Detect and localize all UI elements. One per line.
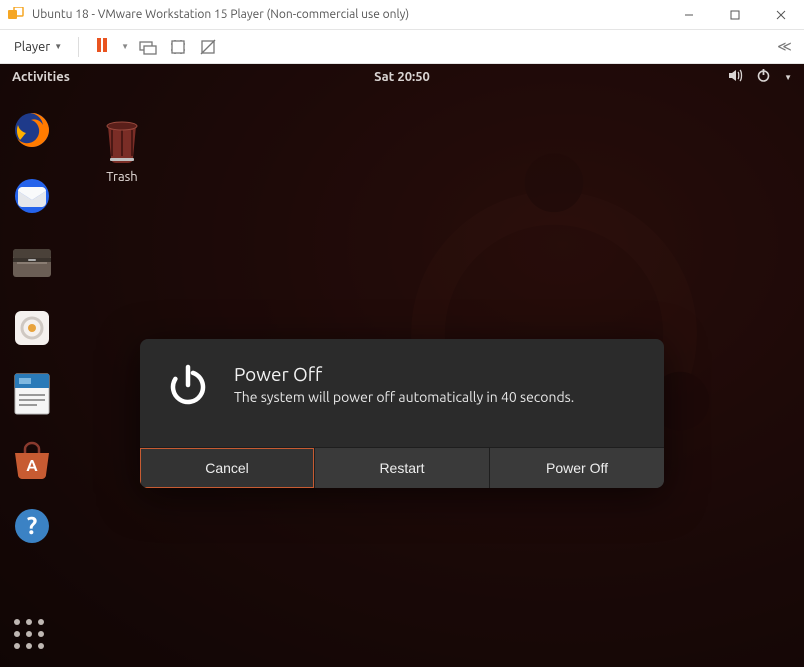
maximize-button[interactable] bbox=[712, 0, 758, 29]
minimize-button[interactable] bbox=[666, 0, 712, 29]
dock: A ? bbox=[0, 90, 64, 667]
host-window-titlebar: Ubuntu 18 - VMware Workstation 15 Player… bbox=[0, 0, 804, 30]
system-status-area[interactable]: ▼ bbox=[728, 69, 792, 85]
dialog-title: Power Off bbox=[234, 363, 574, 385]
pause-vm-button[interactable] bbox=[91, 36, 113, 58]
unity-mode-button[interactable] bbox=[167, 36, 189, 58]
trash-icon bbox=[100, 114, 144, 164]
dock-item-software[interactable]: A bbox=[10, 438, 54, 482]
vmware-icon bbox=[8, 7, 24, 23]
clock[interactable]: Sat 20:50 bbox=[374, 70, 430, 84]
power-off-button[interactable]: Power Off bbox=[490, 448, 664, 488]
desktop-icon-trash[interactable]: Trash bbox=[100, 114, 144, 184]
toolbar-divider bbox=[78, 37, 79, 57]
trash-label: Trash bbox=[100, 170, 144, 184]
chevron-down-icon: ▼ bbox=[54, 42, 62, 51]
restart-button[interactable]: Restart bbox=[315, 448, 490, 488]
dock-item-firefox[interactable] bbox=[10, 108, 54, 152]
cancel-button[interactable]: Cancel bbox=[140, 448, 315, 488]
dialog-message: The system will power off automatically … bbox=[234, 389, 574, 405]
dock-item-libreoffice-writer[interactable] bbox=[10, 372, 54, 416]
power-icon bbox=[166, 363, 210, 407]
send-ctrl-alt-del-button[interactable] bbox=[137, 36, 159, 58]
power-off-dialog: Power Off The system will power off auto… bbox=[140, 339, 664, 488]
close-button[interactable] bbox=[758, 0, 804, 29]
dock-item-rhythmbox[interactable] bbox=[10, 306, 54, 350]
gnome-top-bar: Activities Sat 20:50 ▼ bbox=[0, 64, 804, 90]
power-icon bbox=[757, 69, 770, 85]
vmware-toolbar: Player ▼ ▼ ≪ bbox=[0, 30, 804, 64]
dock-item-help[interactable]: ? bbox=[10, 504, 54, 548]
volume-icon bbox=[728, 69, 743, 85]
fullscreen-button[interactable] bbox=[197, 36, 219, 58]
svg-text:A: A bbox=[26, 457, 38, 475]
player-menu[interactable]: Player ▼ bbox=[10, 38, 66, 56]
collapse-toolbar-button[interactable]: ≪ bbox=[772, 36, 794, 58]
activities-button[interactable]: Activities bbox=[12, 70, 70, 84]
chevron-down-icon[interactable]: ▼ bbox=[121, 42, 129, 51]
dialog-actions: Cancel Restart Power Off bbox=[140, 447, 664, 488]
chevron-down-icon: ▼ bbox=[784, 73, 792, 82]
dock-item-files[interactable] bbox=[10, 240, 54, 284]
guest-desktop: Activities Sat 20:50 ▼ A bbox=[0, 64, 804, 667]
window-controls bbox=[666, 0, 804, 29]
svg-text:?: ? bbox=[27, 512, 38, 539]
host-window-title: Ubuntu 18 - VMware Workstation 15 Player… bbox=[32, 8, 666, 21]
player-menu-label: Player bbox=[14, 40, 50, 54]
dock-item-thunderbird[interactable] bbox=[10, 174, 54, 218]
